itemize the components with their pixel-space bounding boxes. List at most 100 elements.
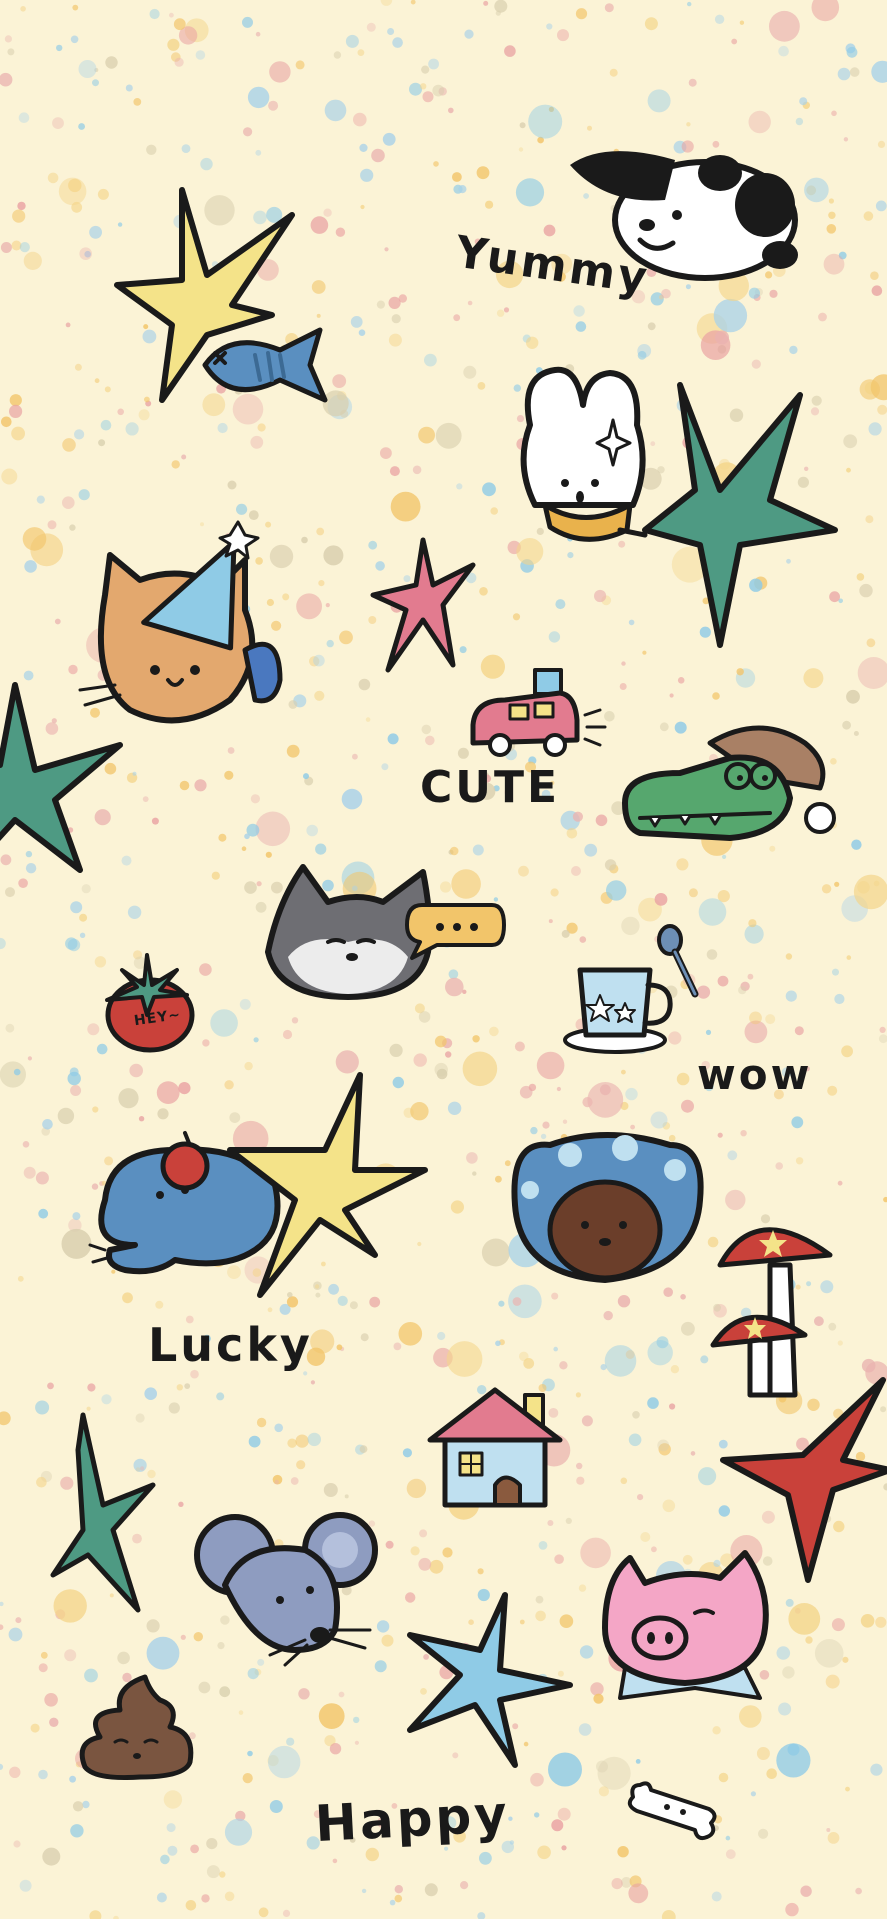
confetti-dot	[782, 1666, 795, 1679]
confetti-dot	[323, 208, 332, 217]
confetti-dot	[100, 419, 112, 431]
confetti-dot	[224, 1891, 235, 1902]
confetti-dot	[628, 1433, 642, 1447]
confetti-dot	[722, 854, 727, 860]
confetti-dot	[78, 489, 90, 501]
confetti-dot	[834, 993, 845, 1005]
confetti-dot	[117, 1651, 130, 1665]
confetti-dot	[27, 1056, 32, 1061]
confetti-dot	[424, 353, 437, 367]
confetti-dot	[630, 1124, 635, 1130]
confetti-dot	[713, 298, 748, 333]
confetti-dot	[198, 1681, 211, 1694]
confetti-dot	[837, 67, 851, 81]
confetti-dot	[402, 1448, 412, 1458]
confetti-dot	[36, 495, 45, 504]
confetti-dot	[265, 521, 272, 528]
car-icon	[465, 665, 615, 765]
confetti-dot	[718, 1772, 729, 1783]
confetti-dot	[359, 143, 368, 152]
confetti-dot	[144, 1387, 157, 1400]
confetti-dot	[554, 1554, 564, 1564]
confetti-dot	[749, 1011, 762, 1025]
confetti-dot	[353, 112, 367, 127]
confetti-dot	[654, 893, 668, 906]
dog-icon	[565, 145, 805, 285]
confetti-dot	[837, 1180, 843, 1186]
confetti-dot	[5, 1023, 15, 1033]
confetti-dot	[282, 1029, 293, 1040]
confetti-dot	[581, 1415, 593, 1427]
confetti-dot	[333, 51, 342, 59]
confetti-dot	[79, 913, 88, 922]
confetti-dot	[579, 1645, 594, 1659]
confetti-dot	[429, 1559, 444, 1574]
word-wow: wow	[697, 1050, 813, 1099]
confetti-dot	[483, 0, 489, 6]
confetti-dot	[868, 422, 882, 436]
confetti-dot	[437, 1331, 446, 1341]
confetti-dot	[879, 1026, 886, 1033]
confetti-dot	[336, 1344, 343, 1351]
confetti-dot	[621, 661, 626, 666]
confetti-dot	[195, 50, 206, 60]
confetti-dot	[472, 1171, 477, 1176]
bear-hood-icon	[505, 1130, 705, 1285]
confetti-dot	[200, 522, 204, 527]
confetti-dot	[661, 1910, 676, 1919]
confetti-dot	[846, 467, 851, 473]
confetti-dot	[290, 1477, 299, 1485]
confetti-dot	[795, 1157, 804, 1165]
confetti-dot	[169, 12, 174, 18]
confetti-dot	[62, 496, 75, 510]
confetti-dot	[778, 45, 789, 57]
confetti-dot	[79, 247, 92, 260]
confetti-dot	[89, 225, 102, 239]
confetti-dot	[448, 969, 459, 979]
confetti-dot	[871, 60, 887, 83]
confetti-dot	[661, 288, 671, 299]
confetti-dot	[805, 1636, 813, 1644]
confetti-dot	[44, 1693, 58, 1707]
confetti-dot	[450, 1200, 464, 1214]
confetti-dot	[866, 638, 876, 648]
confetti-dot	[496, 309, 505, 317]
confetti-dot	[265, 851, 272, 858]
confetti-dot	[871, 285, 883, 297]
word-happy: Happy	[313, 1784, 512, 1854]
confetti-dot	[298, 1688, 310, 1700]
confetti-dot	[54, 618, 61, 625]
confetti-dot	[181, 144, 191, 154]
confetti-dot	[625, 1087, 638, 1101]
poop-icon	[75, 1672, 200, 1782]
confetti-dot	[105, 56, 118, 69]
confetti-dot	[799, 97, 808, 106]
confetti-dot	[9, 1766, 21, 1779]
confetti-dot	[247, 86, 270, 109]
confetti-dot	[460, 1881, 469, 1890]
confetti-dot	[428, 58, 439, 70]
confetti-dot	[826, 224, 837, 234]
confetti-dot	[617, 1295, 631, 1308]
confetti-dot	[344, 1494, 349, 1499]
confetti-dot	[72, 4, 79, 11]
confetti-dot	[5, 887, 15, 898]
confetti-dot	[464, 29, 474, 39]
confetti-dot	[291, 1017, 299, 1024]
confetti-dot	[17, 201, 26, 211]
confetti-dot	[391, 314, 401, 324]
confetti-dot	[185, 1900, 197, 1911]
confetti-dot	[324, 99, 347, 122]
confetti-dot	[518, 147, 524, 152]
confetti-dot	[681, 1321, 695, 1336]
confetti-dot	[418, 1011, 431, 1023]
confetti-dot	[388, 333, 402, 347]
confetti-dot	[789, 345, 798, 355]
confetti-dot	[712, 1726, 721, 1735]
confetti-dot	[0, 937, 6, 950]
confetti-dot	[435, 422, 462, 449]
confetti-dot	[19, 1879, 32, 1892]
confetti-dot	[35, 1400, 50, 1415]
confetti-dot	[9, 394, 22, 407]
confetti-dot	[24, 560, 37, 573]
